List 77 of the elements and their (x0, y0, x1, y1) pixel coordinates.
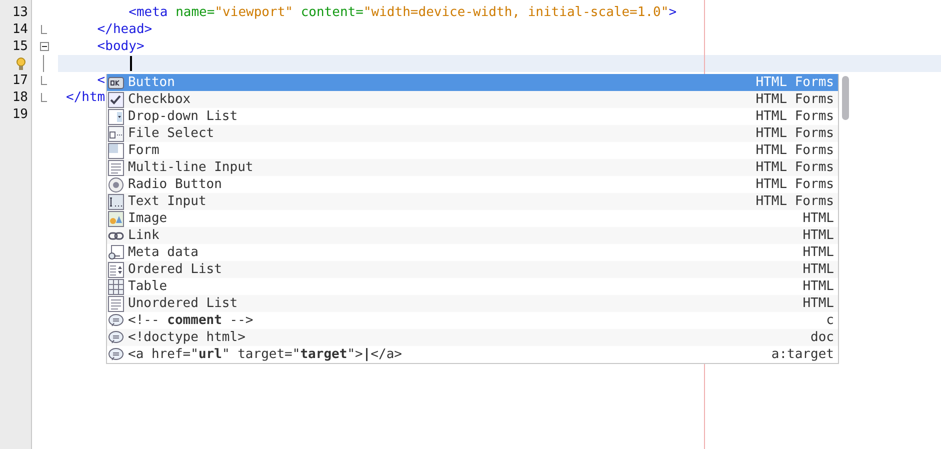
item-category: HTML Forms (756, 194, 834, 209)
table-item-icon (108, 278, 124, 294)
completion-item[interactable]: <!-- comment --> c (107, 312, 838, 329)
item-category: HTML (802, 211, 834, 226)
code-token: > (668, 4, 677, 21)
fold-line-icon (43, 55, 45, 72)
image-item-icon (108, 210, 124, 226)
item-category: HTML (802, 262, 834, 277)
code-token: </htm (66, 89, 106, 106)
completion-item[interactable]: Link HTML (107, 227, 838, 244)
textinput-item-icon (108, 194, 124, 210)
item-label: Unordered List (128, 296, 239, 311)
completion-item[interactable]: Multi-line Input HTML Forms (107, 159, 838, 176)
completion-item[interactable]: Ordered List HTML (107, 261, 838, 278)
completion-item[interactable]: Checkbox HTML Forms (107, 91, 838, 108)
code-token: "viewport" (214, 4, 293, 21)
item-label: Text Input (128, 194, 208, 209)
item-category: HTML Forms (756, 92, 834, 107)
item-category: HTML Forms (756, 75, 834, 90)
completion-item[interactable]: <a href="url" target="target">|</a> a:target (107, 346, 838, 363)
completion-item[interactable]: Table HTML (107, 278, 838, 295)
checkbox-item-icon (108, 92, 124, 108)
item-label: Table (128, 279, 168, 294)
code-token: <meta (128, 4, 169, 21)
item-category: HTML Forms (756, 109, 834, 124)
item-category: a:target (771, 347, 834, 362)
completion-item[interactable]: Form HTML Forms (107, 142, 838, 159)
item-label: Checkbox (128, 92, 192, 107)
item-label: <!doctype html> (128, 330, 246, 345)
item-label: Form (128, 143, 160, 158)
completion-item[interactable]: Unordered List HTML (107, 295, 838, 312)
completion-item[interactable]: Meta data HTML (107, 244, 838, 261)
item-label: <a href="url" target="target">|</a> (128, 347, 403, 362)
button-item-icon (108, 74, 124, 90)
item-category: HTML (802, 228, 834, 243)
text-caret (130, 56, 132, 71)
item-category: HTML Forms (756, 126, 834, 141)
item-category: HTML (802, 296, 834, 311)
line-number: 17 (12, 73, 28, 88)
line-number: 15 (12, 39, 28, 54)
fold-toggle-icon[interactable] (40, 42, 48, 51)
line-number: 14 (12, 22, 28, 37)
item-category: HTML (802, 279, 834, 294)
item-label: Radio Button (128, 177, 223, 192)
radio-item-icon (108, 176, 124, 192)
completion-item[interactable]: Image HTML (107, 210, 838, 227)
code-token: < (96, 72, 106, 89)
fold-end-icon (41, 25, 47, 34)
item-category: HTML Forms (756, 160, 834, 175)
item-label: Button (128, 75, 176, 90)
completion-item[interactable]: Text Input HTML Forms (107, 193, 838, 210)
item-label: <!-- comment --> (128, 313, 254, 328)
completion-item[interactable]: <!doctype html> doc (107, 329, 838, 346)
item-label: Link (128, 228, 160, 243)
line-number: 19 (12, 107, 28, 122)
completion-item[interactable]: Drop-down List HTML Forms (107, 108, 838, 125)
code-token: <body> (96, 38, 144, 55)
item-category: HTML Forms (756, 177, 834, 192)
code-token: content= (300, 4, 364, 21)
item-label: Multi-line Input (128, 160, 254, 175)
item-category: c (826, 313, 834, 328)
line-number: 18 (12, 90, 28, 105)
item-label: Drop-down List (128, 109, 239, 124)
item-category: HTML (802, 245, 834, 260)
item-label: File Select (128, 126, 216, 141)
item-label: Meta data (128, 245, 200, 260)
code-token: name= (176, 4, 215, 21)
completion-item[interactable]: Radio Button HTML Forms (107, 176, 838, 193)
line-number: 13 (12, 5, 28, 20)
lightbulb-icon[interactable] (16, 56, 26, 70)
item-label: Ordered List (128, 262, 223, 277)
item-label: Image (128, 211, 168, 226)
code-token: "width=device-width, initial-scale=1.0" (363, 4, 669, 21)
code-token: </head> (96, 21, 152, 38)
item-category: doc (810, 330, 834, 345)
completion-item[interactable]: File Select HTML Forms (107, 125, 838, 142)
item-category: HTML Forms (756, 143, 834, 158)
